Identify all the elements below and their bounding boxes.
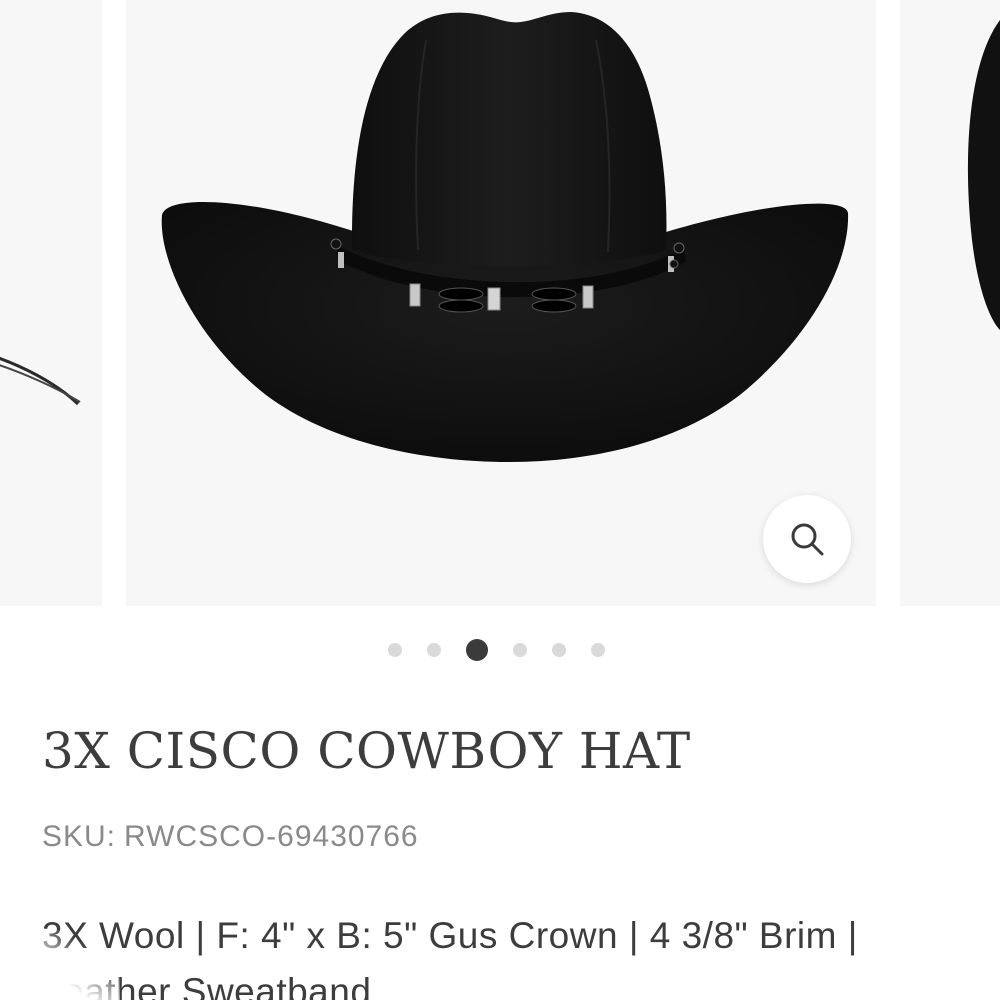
sku-value: RWCSCO-69430766	[124, 820, 419, 853]
product-description: 3X Wool | F: 4" x B: 5" Gus Crown | 4 3/…	[42, 915, 858, 1000]
carousel-dot-6[interactable]	[591, 643, 605, 657]
cowboy-hat-image	[161, 12, 849, 462]
carousel-dot-1[interactable]	[388, 643, 402, 657]
sku-label: SKU:	[42, 820, 117, 853]
hat-side-image	[967, 20, 1000, 330]
carousel-slide-current[interactable]	[126, 0, 876, 606]
zoom-button[interactable]	[763, 495, 851, 583]
product-page: 3X CISCO COWBOY HAT SKU: RWCSCO-69430766 …	[0, 0, 1000, 1000]
carousel-dot-3-active[interactable]	[466, 639, 488, 661]
product-image-carousel[interactable]	[0, 0, 1000, 606]
carousel-dot-4[interactable]	[513, 643, 527, 657]
magnifier-icon	[791, 523, 824, 556]
carousel-dot-5[interactable]	[552, 643, 566, 657]
product-title: 3X CISCO COWBOY HAT	[42, 722, 691, 780]
product-sku: SKU: RWCSCO-69430766	[42, 820, 419, 854]
hat-string-image	[0, 356, 81, 406]
carousel-pagination	[388, 639, 618, 661]
carousel-dot-2[interactable]	[427, 643, 441, 657]
carousel-slide-previous[interactable]	[0, 0, 102, 606]
carousel-slide-next[interactable]	[900, 0, 1000, 606]
